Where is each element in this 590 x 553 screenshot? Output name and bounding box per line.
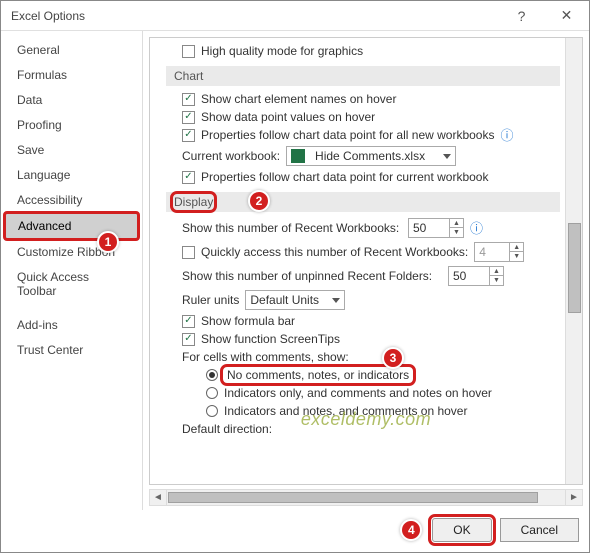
chart-props-current-label: Properties follow chart data point for c…	[201, 170, 488, 184]
comments-show-label: For cells with comments, show:	[182, 350, 349, 364]
sidebar-item-data[interactable]: Data	[5, 88, 138, 112]
annotation-badge-4: 4	[400, 519, 422, 541]
spinner-buttons[interactable]: ▲▼	[449, 219, 463, 237]
quick-access-recent-checkbox[interactable]	[182, 246, 195, 259]
show-screentips-label: Show function ScreenTips	[201, 332, 340, 346]
window-title: Excel Options	[11, 9, 499, 23]
cancel-button[interactable]: Cancel	[500, 518, 579, 542]
vertical-scrollbar-thumb[interactable]	[568, 223, 581, 313]
recent-workbooks-spinner[interactable]: 50 ▲▼	[408, 218, 464, 238]
default-direction-label: Default direction:	[182, 422, 272, 436]
excel-file-icon	[291, 149, 305, 163]
sidebar-item-general[interactable]: General	[5, 38, 138, 62]
settings-scroll-area: High quality mode for graphics Chart Sho…	[149, 37, 583, 485]
chart-element-names-label: Show chart element names on hover	[201, 92, 396, 106]
hscroll-right-arrow[interactable]: ►	[565, 490, 582, 505]
chart-values-checkbox[interactable]	[182, 111, 195, 124]
annotation-badge-3: 3	[382, 347, 404, 369]
main-panel: High quality mode for graphics Chart Sho…	[143, 31, 589, 510]
ok-button[interactable]: OK	[432, 518, 491, 542]
info-icon[interactable]: ⓘ	[470, 222, 483, 235]
help-button[interactable]: ?	[499, 1, 544, 31]
recent-folders-label: Show this number of unpinned Recent Fold…	[182, 269, 442, 283]
recent-folders-spinner[interactable]: 50 ▲▼	[448, 266, 504, 286]
sidebar-item-save[interactable]: Save	[5, 138, 138, 162]
annotation-badge-1: 1	[97, 231, 119, 253]
chart-props-all-label: Properties follow chart data point for a…	[201, 128, 494, 142]
sidebar-item-proofing[interactable]: Proofing	[5, 113, 138, 137]
close-button[interactable]: ✕	[544, 1, 589, 31]
show-formula-bar-checkbox[interactable]	[182, 315, 195, 328]
show-screentips-checkbox[interactable]	[182, 333, 195, 346]
footer: 4 OK Cancel	[1, 510, 589, 552]
titlebar: Excel Options ? ✕	[1, 1, 589, 31]
close-icon: ✕	[561, 7, 573, 24]
comments-option-none-radio[interactable]	[206, 369, 218, 381]
comments-option-indicators-notes-radio[interactable]	[206, 405, 218, 417]
high-quality-graphics-checkbox[interactable]	[182, 45, 195, 58]
sidebar-item-quick-access-toolbar[interactable]: Quick Access Toolbar	[5, 265, 138, 303]
spinner-buttons[interactable]: ▲▼	[509, 243, 523, 261]
chart-values-label: Show data point values on hover	[201, 110, 375, 124]
sidebar: General Formulas Data Proofing Save Lang…	[1, 31, 143, 510]
chart-props-all-checkbox[interactable]	[182, 129, 195, 142]
comments-option-none-label: No comments, notes, or indicators	[224, 368, 412, 382]
section-display-label: Display	[174, 195, 213, 209]
ruler-units-dropdown[interactable]: Default Units	[245, 290, 345, 310]
show-formula-bar-label: Show formula bar	[201, 314, 295, 328]
chart-element-names-checkbox[interactable]	[182, 93, 195, 106]
horizontal-scrollbar[interactable]: ◄ ►	[149, 489, 583, 506]
section-chart: Chart	[166, 66, 560, 86]
sidebar-item-trust-center[interactable]: Trust Center	[5, 338, 138, 362]
current-workbook-dropdown[interactable]: Hide Comments.xlsx	[286, 146, 456, 166]
comments-option-indicators-only-radio[interactable]	[206, 387, 218, 399]
chart-props-current-checkbox[interactable]	[182, 171, 195, 184]
help-icon: ?	[518, 8, 526, 24]
content-area: General Formulas Data Proofing Save Lang…	[1, 31, 589, 510]
ruler-units-label: Ruler units	[182, 293, 239, 307]
vertical-scrollbar[interactable]	[565, 38, 582, 484]
section-display: Display	[166, 192, 560, 212]
sidebar-item-accessibility[interactable]: Accessibility	[5, 188, 138, 212]
comments-option-indicators-notes-label: Indicators and notes, and comments on ho…	[224, 404, 467, 418]
high-quality-graphics-label: High quality mode for graphics	[201, 44, 363, 58]
horizontal-scrollbar-thumb[interactable]	[168, 492, 538, 503]
sidebar-item-language[interactable]: Language	[5, 163, 138, 187]
excel-options-dialog: Excel Options ? ✕ General Formulas Data …	[0, 0, 590, 553]
hscroll-left-arrow[interactable]: ◄	[150, 490, 167, 505]
annotation-badge-2: 2	[248, 190, 270, 212]
spinner-buttons[interactable]: ▲▼	[489, 267, 503, 285]
current-workbook-value: Hide Comments.xlsx	[315, 149, 425, 163]
quick-access-recent-label: Quickly access this number of Recent Wor…	[201, 245, 468, 259]
recent-workbooks-label: Show this number of Recent Workbooks:	[182, 221, 402, 235]
comments-option-indicators-only-label: Indicators only, and comments and notes …	[224, 386, 492, 400]
sidebar-item-formulas[interactable]: Formulas	[5, 63, 138, 87]
sidebar-item-add-ins[interactable]: Add-ins	[5, 313, 138, 337]
sidebar-item-advanced[interactable]: Advanced	[5, 213, 138, 239]
info-icon[interactable]: ⓘ	[500, 129, 513, 142]
quick-access-recent-spinner[interactable]: 4 ▲▼	[474, 242, 524, 262]
current-workbook-label: Current workbook:	[182, 149, 280, 163]
